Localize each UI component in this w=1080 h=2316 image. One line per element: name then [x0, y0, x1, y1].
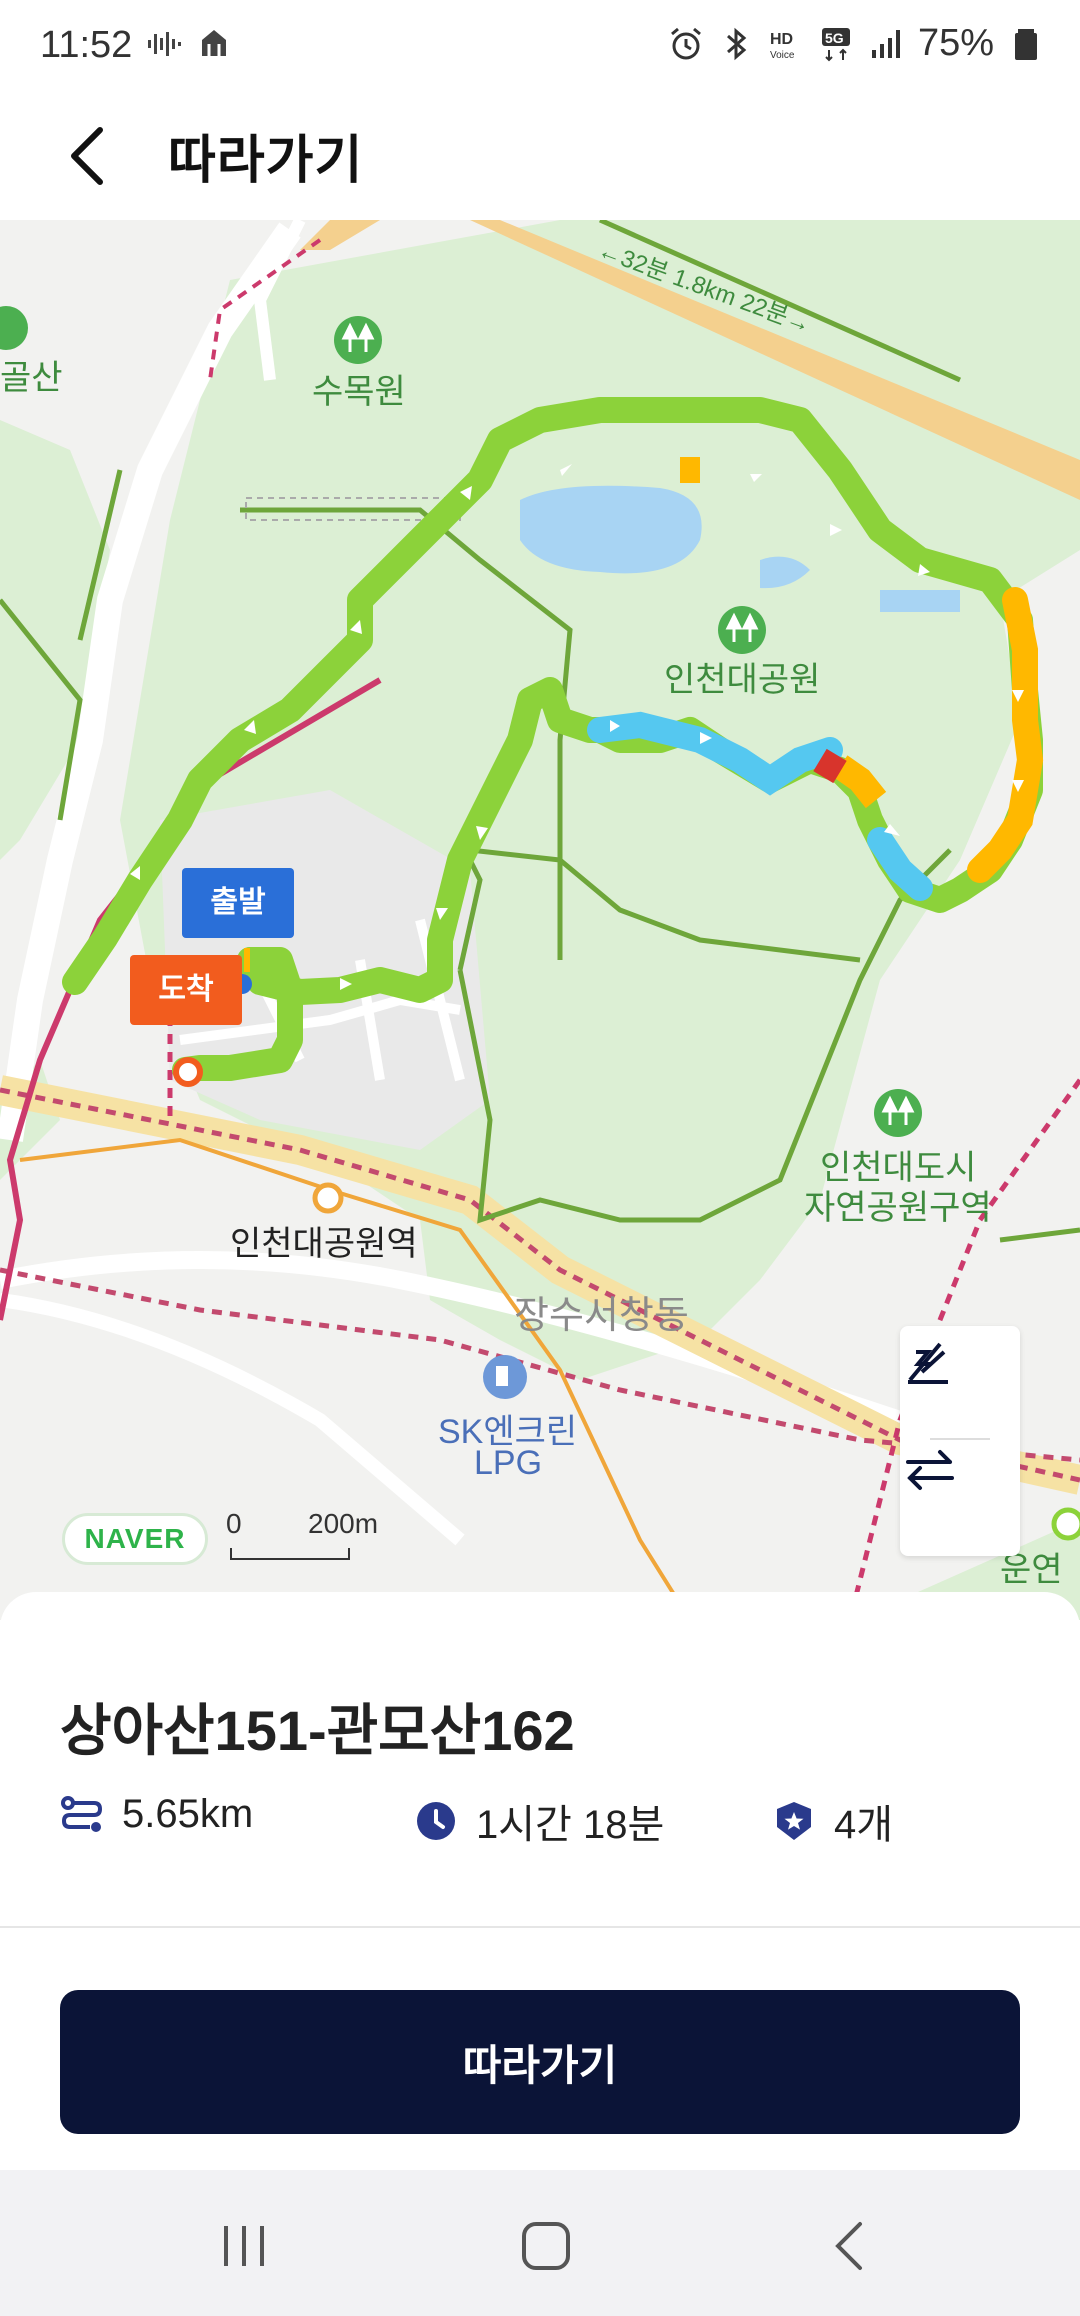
voice-wave-icon [148, 32, 181, 56]
status-bar: 11:52 HD Voice 5G 75% [0, 0, 1080, 96]
route-map[interactable]: 골산 수목원 ←32분 1.8km 22분→ 인천대공원 인천대도시 자연공원구… [0, 220, 1080, 1620]
elevation-toggle-icon [908, 1342, 948, 1384]
recent-apps-icon [224, 2226, 264, 2266]
elevation-toggle-button[interactable] [900, 1332, 1020, 1440]
swap-direction-icon [906, 1450, 954, 1490]
chevron-left-icon[interactable] [60, 114, 120, 198]
alarm-icon [670, 27, 701, 59]
route-stats: 5.65km 1시간 18분 4개 [60, 1792, 1060, 1852]
map-label-gas-station-2: LPG [474, 1444, 543, 1482]
end-pin[interactable]: 도착 [130, 955, 242, 1025]
map-label-nature-zone-2: 자연공원구역 [804, 1189, 992, 1227]
system-nav-bar [0, 2170, 1080, 2316]
5g-icon: 5G [821, 27, 850, 61]
route-info-sheet: 상아산151-관모산162 5.65km 1시간 18분 4개 따라가기 [0, 1592, 1080, 2170]
map-label-park: 인천대공원 [664, 661, 821, 699]
badge-star-icon [777, 1802, 811, 1840]
map-label-arboretum: 수목원 [312, 373, 406, 411]
follow-button[interactable]: 따라가기 [60, 1990, 1020, 2134]
bluetooth-icon [726, 27, 747, 60]
route-distance: 5.65km [122, 1792, 254, 1836]
stat-duration: 1시간 18분 [414, 1792, 664, 1850]
svg-text:Voice: Voice [770, 50, 795, 61]
route-duration: 1시간 18분 [476, 1803, 665, 1847]
hd-voice-icon: HD Voice [770, 31, 795, 61]
back-icon [835, 2222, 862, 2270]
scale-zero: 0 [226, 1508, 242, 1539]
route-badges: 4개 [834, 1803, 894, 1847]
naver-logo: NAVER [62, 1513, 208, 1565]
battery-icon [1015, 28, 1037, 60]
svg-text:HD: HD [770, 31, 793, 48]
map-label-district: 장수서창동 [514, 1295, 689, 1337]
clock-icon [417, 1802, 455, 1840]
start-pin[interactable]: 출발 [182, 868, 294, 938]
map-controls [900, 1326, 1020, 1556]
route-distance-icon [61, 1795, 103, 1832]
page-title: 따라가기 [168, 132, 364, 190]
stat-badges: 4개 [772, 1792, 893, 1850]
map-label-left-mountain: 골산 [0, 359, 63, 397]
status-time: 11:52 [40, 24, 133, 66]
data-transfer-icon [202, 30, 226, 56]
battery-percent: 75% [917, 22, 994, 64]
system-back-button[interactable] [810, 2206, 890, 2286]
route-name: 상아산151-관모산162 [60, 1699, 575, 1762]
signal-icon [871, 29, 900, 58]
scale-bar [230, 1548, 350, 1560]
app-header: 따라가기 [0, 96, 1080, 220]
home-button[interactable] [506, 2206, 586, 2286]
svg-text:5G: 5G [825, 30, 844, 46]
map-label-park-station: 인천대공원역 [230, 1225, 418, 1263]
divider [0, 1926, 1080, 1928]
scale-distance: 200m [308, 1508, 379, 1539]
stat-distance: 5.65km [60, 1792, 253, 1837]
home-icon [522, 2222, 570, 2270]
recent-apps-button[interactable] [204, 2206, 284, 2286]
swap-direction-button[interactable] [900, 1440, 1020, 1548]
